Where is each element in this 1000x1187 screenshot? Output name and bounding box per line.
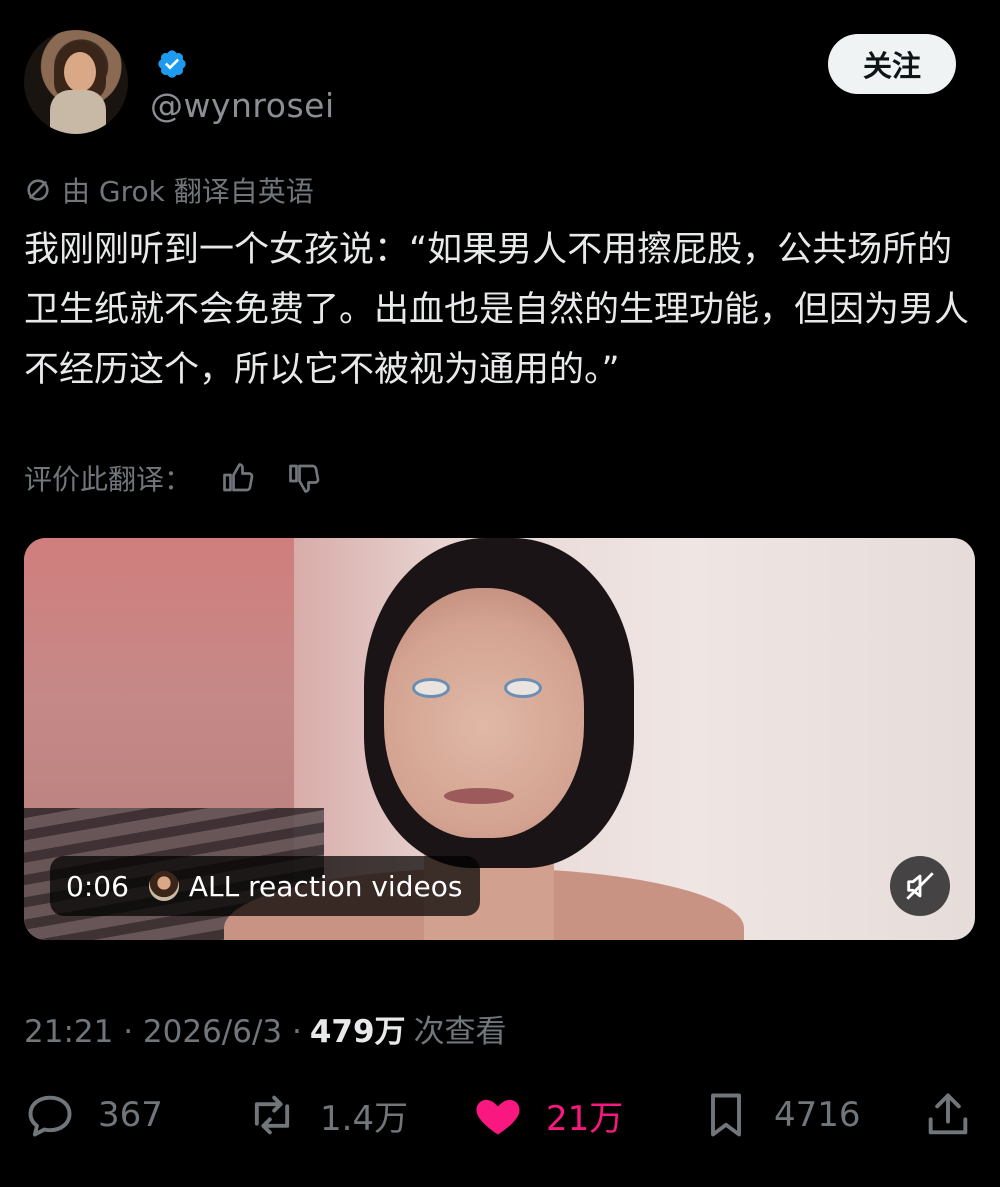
thumbs-up-icon[interactable] [220,460,256,496]
video-duration: 0:06 [66,869,129,903]
verified-badge-icon [158,50,186,78]
repost-button[interactable]: 1.4万 [246,1080,408,1150]
avatar-face [64,52,96,92]
video-scene-mouth [444,788,514,804]
author-avatar[interactable] [24,30,128,134]
channel-avatar [148,871,179,901]
tweet-timestamp: 21:21 · 2026/6/3 · [24,1014,302,1050]
action-bar: 367 1.4万 21万 4716 [0,1080,1000,1150]
mute-toggle-button[interactable] [890,856,950,916]
rate-translation-row: 评价此翻译： [24,458,322,498]
bookmark-count: 4716 [774,1095,861,1135]
bookmark-icon [711,1093,741,1137]
bookmark-button[interactable]: 4716 [700,1080,861,1150]
repost-count: 1.4万 [320,1098,409,1139]
video-scene-eye-right [504,678,542,698]
translate-slash-icon [27,179,49,201]
avatar-body [50,90,106,134]
share-button[interactable] [922,1080,996,1150]
rate-translation-label: 评价此翻译： [24,463,193,496]
video-player[interactable]: 0:06 ALL reaction videos [24,538,975,940]
share-icon [928,1093,968,1135]
heart-filled-icon [476,1099,520,1135]
view-count-suffix: 次查看 [413,1014,507,1050]
author-handle[interactable]: @wynrosei [150,86,335,125]
reply-count: 367 [98,1095,163,1135]
follow-button[interactable]: 关注 [828,34,956,94]
like-count: 21万 [546,1098,624,1139]
view-count: 479万 [309,1014,406,1050]
translation-note: 由 Grok 翻译自英语 [24,170,314,210]
tweet-text: 我刚刚听到一个女孩说：“如果男人不用擦屁股，公共场所的卫生纸就不会免费了。出血也… [24,230,970,390]
repost-icon [254,1095,290,1135]
video-channel-name: ALL reaction videos [188,869,463,903]
reply-icon [28,1095,72,1137]
video-info-label[interactable]: 0:06 ALL reaction videos [50,856,481,916]
reply-button[interactable]: 367 [24,1080,163,1150]
thumbs-down-icon[interactable] [286,460,322,496]
video-scene-eye-left [412,678,450,698]
translation-note-text: 由 Grok 翻译自英语 [62,175,314,208]
like-button[interactable]: 21万 [472,1080,623,1150]
tweet-meta: 21:21 · 2026/6/3 · 479万 次查看 [24,1006,507,1051]
speaker-muted-icon [906,872,934,900]
